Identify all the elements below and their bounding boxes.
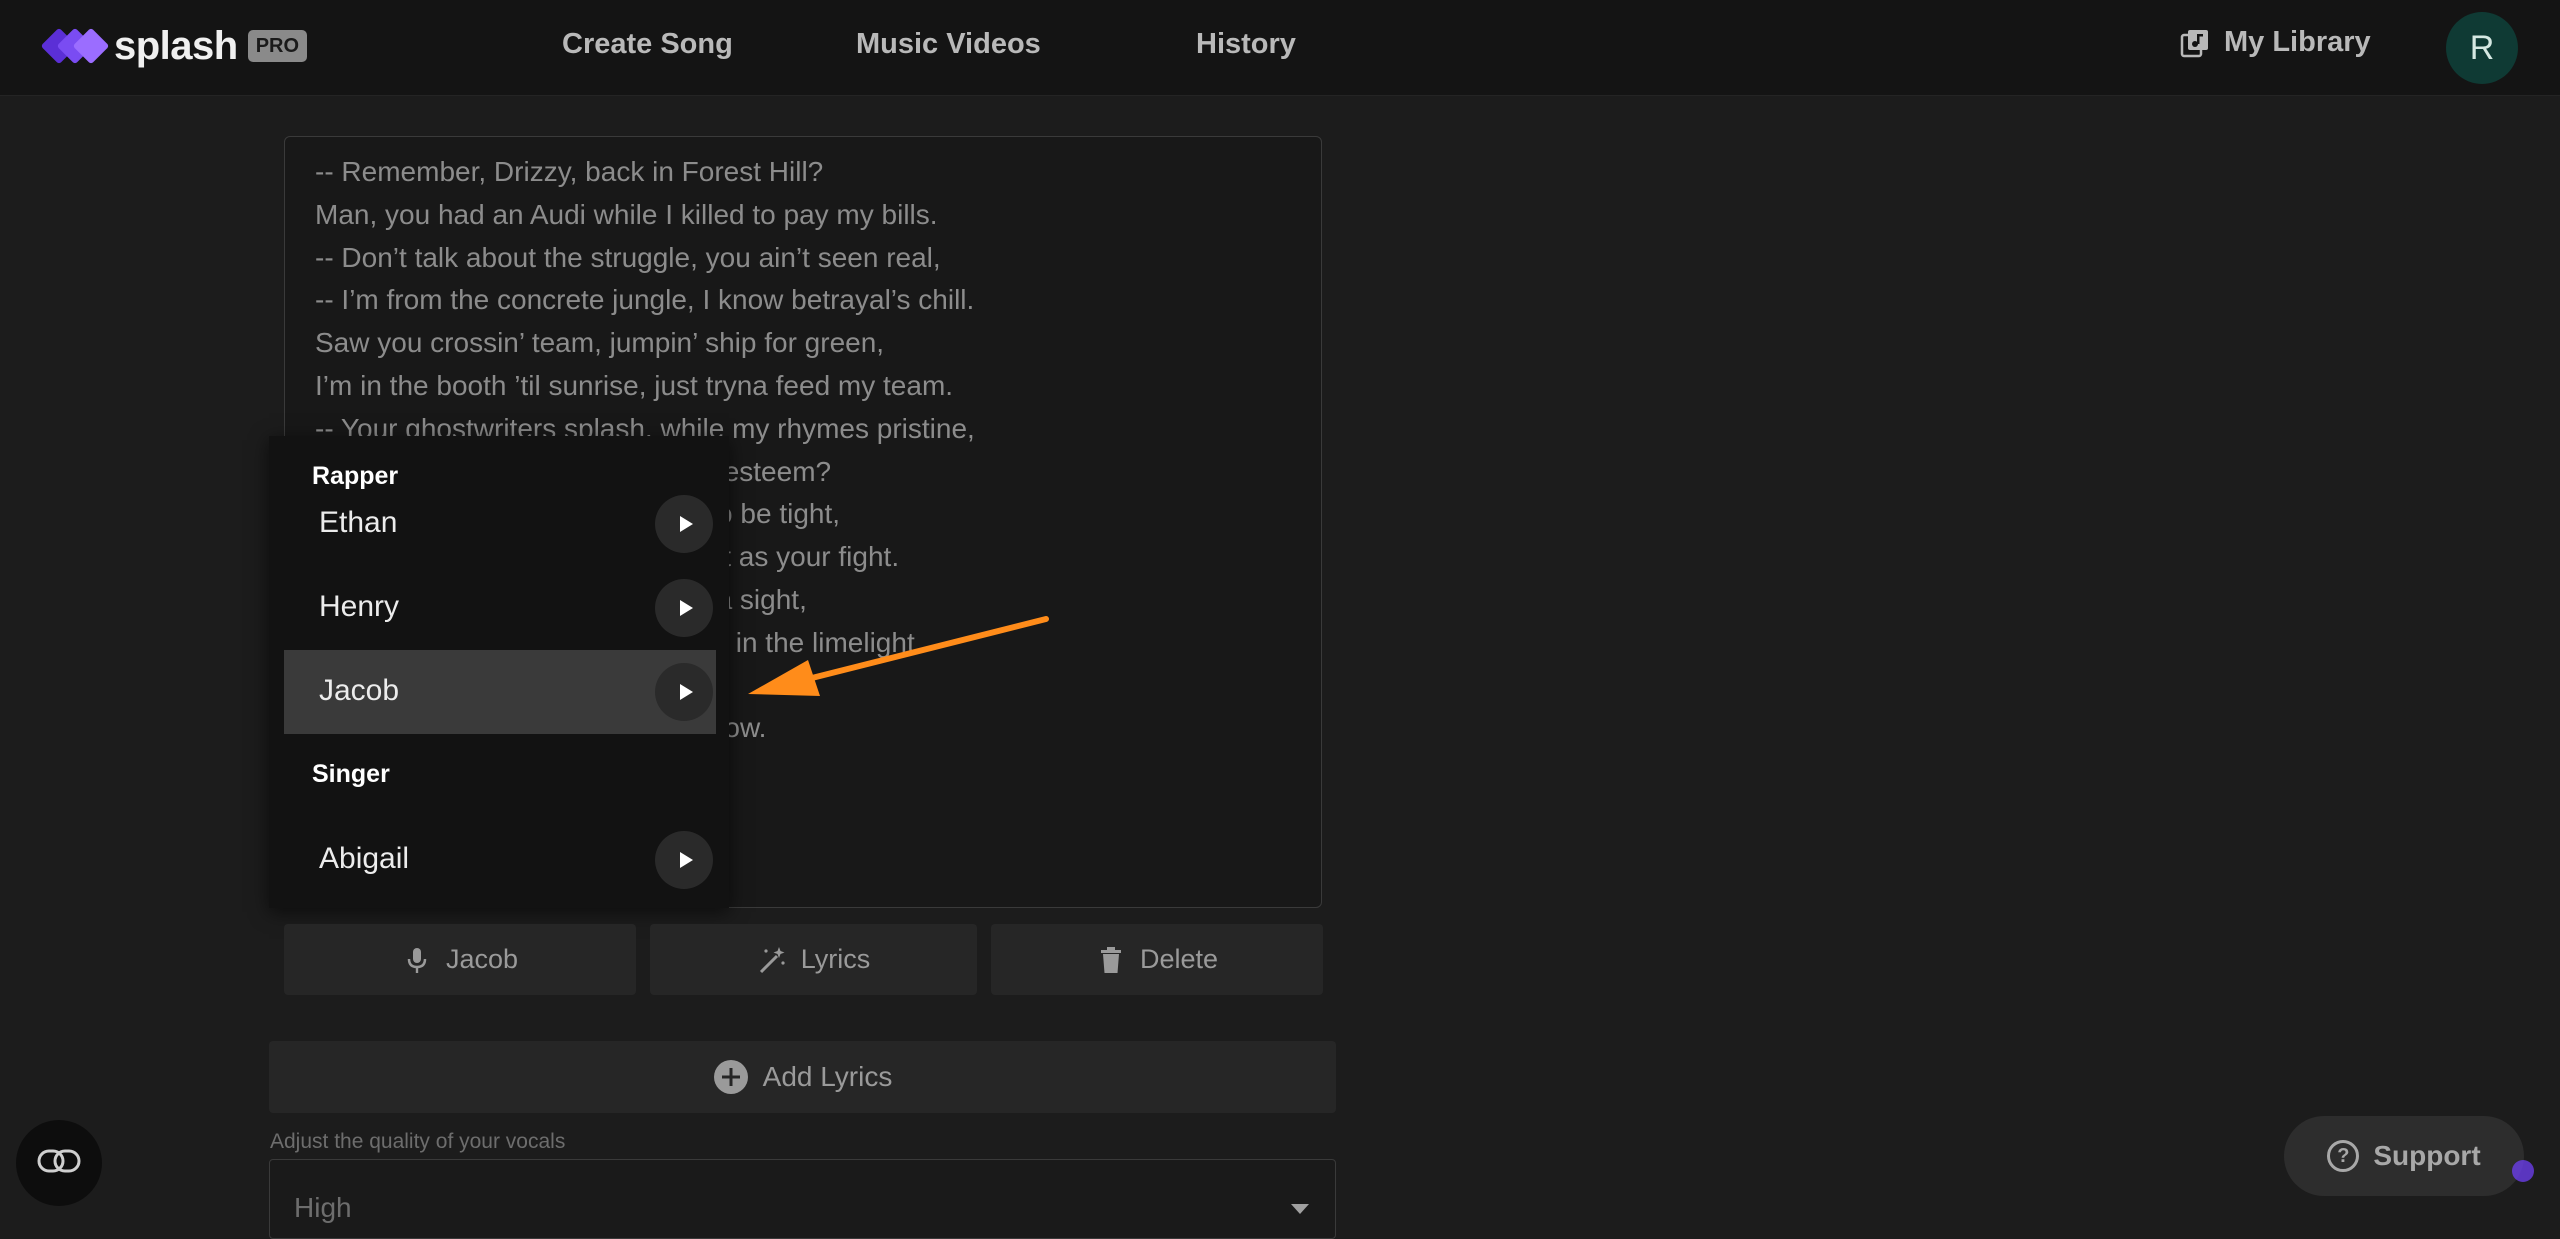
top-navigation-bar: splash PRO Create Song Music Videos Hist… xyxy=(0,0,2560,96)
voice-name: Abigail xyxy=(319,842,410,875)
chat-indicator xyxy=(2512,1160,2534,1182)
delete-button-label: Delete xyxy=(1139,944,1219,974)
voice-name: Jacob xyxy=(319,674,400,707)
vocal-quality-select[interactable]: High xyxy=(269,1159,1336,1239)
voice-select-button[interactable]: Jacob xyxy=(284,924,636,995)
play-preview-icon[interactable] xyxy=(655,579,713,637)
play-preview-icon[interactable] xyxy=(655,663,713,721)
splash-logo-mark-icon xyxy=(40,22,110,70)
voice-option-abigail[interactable]: Abigail xyxy=(284,818,716,902)
delete-button[interactable]: Delete xyxy=(991,924,1323,995)
generate-lyrics-button[interactable]: Lyrics xyxy=(650,924,977,995)
chevron-down-icon xyxy=(1291,1204,1309,1214)
support-button[interactable]: ? Support xyxy=(2284,1116,2524,1196)
pro-badge: PRO xyxy=(247,30,308,62)
add-lyrics-button[interactable]: Add Lyrics xyxy=(269,1041,1336,1113)
nav-music-videos[interactable]: Music Videos xyxy=(856,28,1041,61)
logo-text: splash xyxy=(114,23,238,68)
my-library-label: My Library xyxy=(2224,26,2371,58)
play-preview-icon[interactable] xyxy=(655,495,713,553)
voice-option-henry[interactable]: Henry xyxy=(284,566,716,650)
voice-name: Henry xyxy=(319,590,400,623)
lyric-line: -- I’m from the concrete jungle, I know … xyxy=(315,284,975,316)
support-label: Support xyxy=(2373,1140,2481,1171)
lyric-line: -- Don’t talk about the struggle, you ai… xyxy=(315,241,941,273)
voice-option-jacob[interactable]: Jacob xyxy=(284,650,716,734)
quality-hint: Adjust the quality of your vocals xyxy=(270,1130,566,1153)
quality-selected-value: High xyxy=(294,1192,352,1223)
voice-name: Ethan xyxy=(319,506,398,539)
lyric-line: -- Remember, Drizzy, back in Forest Hill… xyxy=(315,156,824,187)
lyric-line: Man, you had an Audi while I killed to p… xyxy=(315,198,938,230)
plus-circle-icon xyxy=(713,1059,749,1095)
my-library-link[interactable]: My Library xyxy=(2180,26,2371,59)
link-icon xyxy=(37,1148,81,1179)
nav-history[interactable]: History xyxy=(1196,28,1296,61)
voice-select-label: Jacob xyxy=(445,944,519,974)
voice-option-ethan[interactable]: Ethan xyxy=(284,482,716,566)
user-avatar[interactable]: R xyxy=(2446,12,2518,84)
microphone-icon xyxy=(402,945,432,975)
link-toggle-button[interactable] xyxy=(16,1120,102,1206)
lyric-line: I’m in the booth ’til sunrise, just tryn… xyxy=(315,369,954,401)
lyric-line: Saw you crossin’ team, jumpin’ ship for … xyxy=(315,327,885,359)
music-library-icon xyxy=(2180,28,2210,58)
help-icon: ? xyxy=(2327,1140,2360,1172)
voice-selector-menu: Rapper Ethan Henry Jacob Singer Abigail xyxy=(269,436,729,908)
splash-logo[interactable]: splash PRO xyxy=(40,22,308,70)
magic-wand-icon xyxy=(757,945,787,975)
play-preview-icon[interactable] xyxy=(655,831,713,889)
nav-create-song[interactable]: Create Song xyxy=(562,28,733,61)
add-lyrics-label: Add Lyrics xyxy=(762,1061,893,1092)
trash-icon xyxy=(1096,945,1126,975)
lyrics-button-label: Lyrics xyxy=(800,944,871,974)
group-label-singer: Singer xyxy=(312,760,390,788)
